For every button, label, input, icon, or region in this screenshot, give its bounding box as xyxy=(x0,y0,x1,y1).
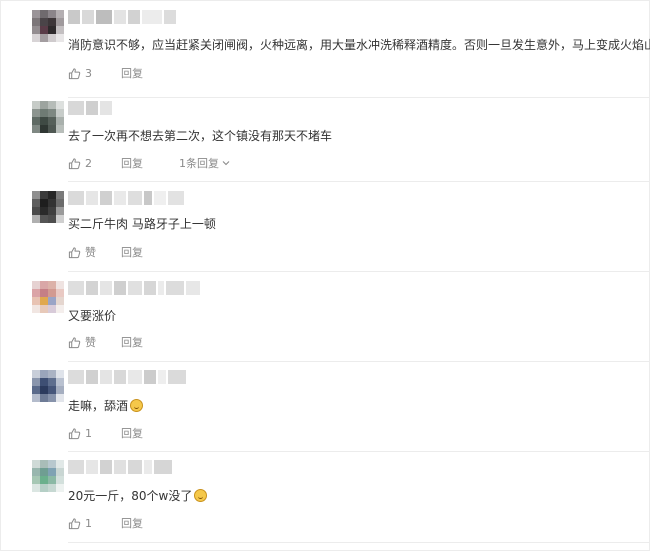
comment-text: 消防意识不够，应当赶紧关闭闸阀，火种远离，用大量水冲洗稀释酒精度。否则一旦发生意… xyxy=(68,38,650,52)
like-count: 1 xyxy=(85,426,92,440)
grin-emoji-icon xyxy=(130,399,144,412)
thumbs-up-icon xyxy=(68,517,81,529)
like-button[interactable]: 赞 xyxy=(68,334,121,350)
comment-text: 买二斤牛肉 马路牙子上一顿 xyxy=(68,217,216,231)
like-button[interactable]: 2 xyxy=(68,157,121,170)
comment-actions: 2 回复 1条回复 xyxy=(68,154,230,172)
avatar[interactable] xyxy=(32,281,64,313)
like-button[interactable]: 1 xyxy=(68,427,121,440)
comment-text: 又要涨价 xyxy=(68,309,117,323)
thumbs-up-icon xyxy=(68,427,81,439)
reply-button[interactable]: 回复 xyxy=(121,65,179,81)
like-button[interactable]: 3 xyxy=(68,67,121,80)
divider xyxy=(68,271,650,272)
avatar[interactable] xyxy=(32,191,64,223)
divider xyxy=(68,542,650,543)
username-blurred[interactable] xyxy=(68,191,184,207)
like-button[interactable]: 1 xyxy=(68,517,121,530)
avatar[interactable] xyxy=(32,10,64,42)
thumbs-up-icon xyxy=(68,157,81,169)
reply-button[interactable]: 回复 xyxy=(121,425,179,441)
like-count: 3 xyxy=(85,66,92,80)
like-count: 1 xyxy=(85,516,92,530)
divider xyxy=(68,451,650,452)
username-blurred[interactable] xyxy=(68,101,112,117)
reply-button[interactable]: 回复 xyxy=(121,334,179,350)
comment-text-content: 走嘛，舔酒 xyxy=(68,399,129,413)
comment-actions: 赞 回复 xyxy=(68,243,179,261)
comment-actions: 1 回复 xyxy=(68,424,179,442)
comment-text: 20元一斤，80个w没了 xyxy=(68,487,208,505)
thumbs-up-icon xyxy=(68,336,81,348)
divider xyxy=(68,181,650,182)
comment-actions: 1 回复 xyxy=(68,514,179,532)
reply-button[interactable]: 回复 xyxy=(121,155,179,171)
like-label: 赞 xyxy=(85,246,96,259)
like-button[interactable]: 赞 xyxy=(68,244,121,260)
comment-text: 去了一次再不想去第二次，这个镇没有那天不堵车 xyxy=(68,129,333,143)
username-blurred[interactable] xyxy=(68,281,200,297)
chevron-down-icon xyxy=(222,161,230,166)
divider xyxy=(68,97,650,98)
view-replies-button[interactable]: 1条回复 xyxy=(179,155,230,171)
avatar[interactable] xyxy=(32,370,64,402)
like-label: 赞 xyxy=(85,336,96,349)
username-blurred[interactable] xyxy=(68,370,186,386)
reply-button[interactable]: 回复 xyxy=(121,244,179,260)
reply-count: 1条回复 xyxy=(179,157,219,170)
avatar[interactable] xyxy=(32,460,64,492)
comment-actions: 赞 回复 xyxy=(68,333,179,351)
username-blurred[interactable] xyxy=(68,460,172,476)
avatar[interactable] xyxy=(32,101,64,133)
like-count: 2 xyxy=(85,156,92,170)
divider xyxy=(68,361,650,362)
comment-actions: 3 回复 xyxy=(68,64,179,82)
thumbs-up-icon xyxy=(68,67,81,79)
reply-button[interactable]: 回复 xyxy=(121,515,179,531)
comment-text: 走嘛，舔酒 xyxy=(68,397,144,415)
comment-text-content: 20元一斤，80个w没了 xyxy=(68,489,193,503)
smile-emoji-icon xyxy=(194,489,208,502)
username-blurred[interactable] xyxy=(68,10,176,26)
thumbs-up-icon xyxy=(68,246,81,258)
